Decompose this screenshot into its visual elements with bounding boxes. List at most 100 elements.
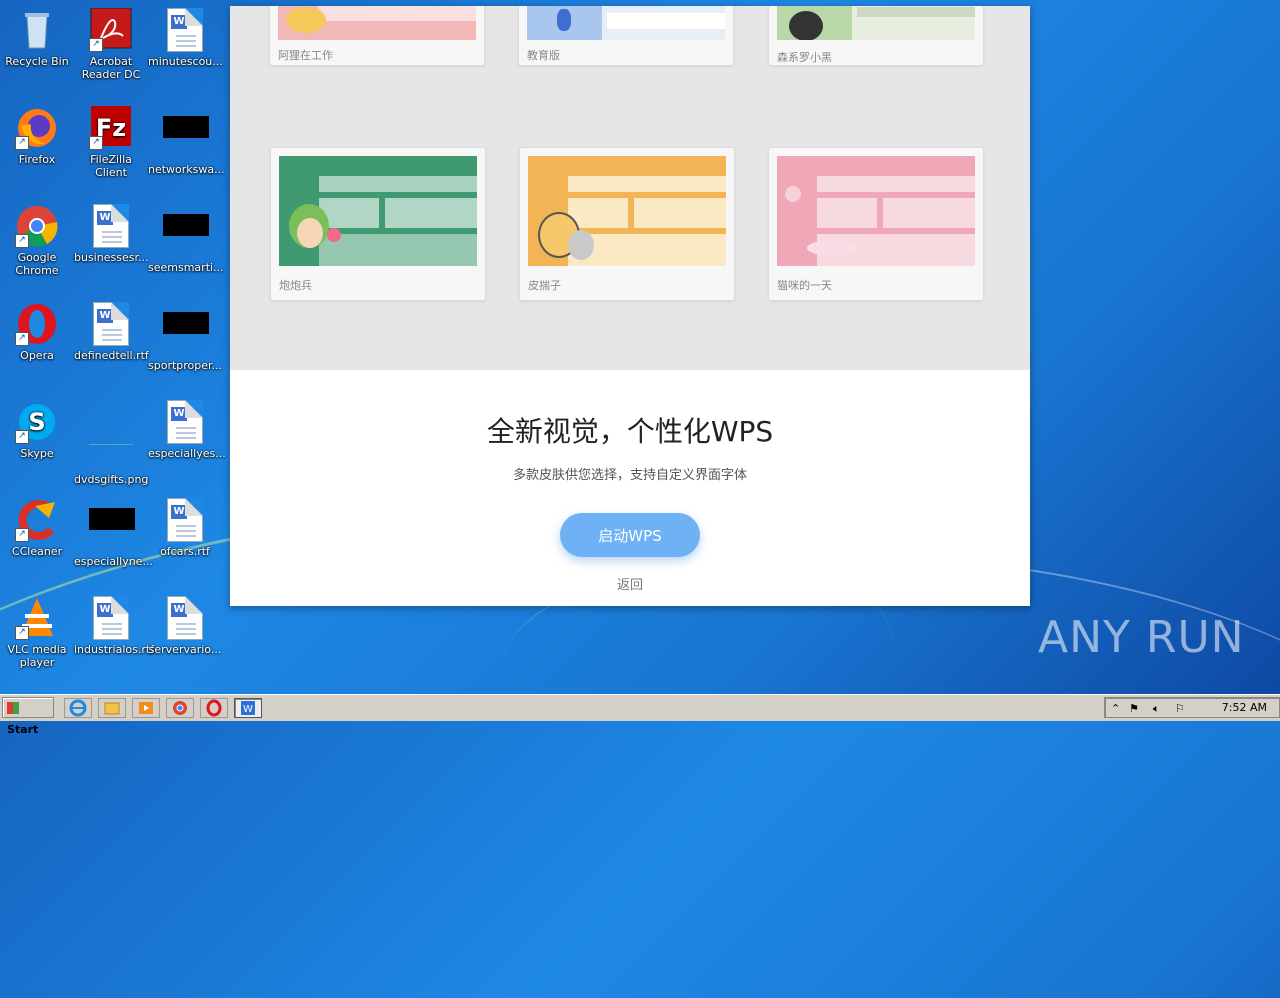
skype-icon: S ↗	[15, 400, 59, 444]
desktop-icon-opera[interactable]: ↗ Opera	[0, 302, 74, 362]
taskbar-ie-button[interactable]	[64, 698, 92, 718]
skin-thumbnail	[279, 156, 477, 266]
desktop-icon-firefox[interactable]: ↗ Firefox	[0, 106, 74, 166]
taskbar-opera-button[interactable]	[200, 698, 228, 718]
start-label: Start	[7, 723, 39, 736]
desktop-icon-label: Firefox	[18, 153, 56, 166]
taskbar-explorer-button[interactable]	[98, 698, 126, 718]
desktop-icon-especiallyne[interactable]: especiallyne...	[74, 498, 153, 568]
skin-name: 阿狸在工作	[278, 49, 333, 62]
redacted-file-icon	[163, 116, 209, 160]
desktop-icon-vlc[interactable]: ↗ VLC media player	[0, 596, 74, 669]
opera-icon: ↗	[15, 302, 59, 346]
desktop-icon-label: Google Chrome	[15, 251, 59, 277]
chrome-icon: ↗	[15, 204, 59, 248]
desktop-icon-businessesr[interactable]: W businessesr...	[74, 204, 148, 264]
skin-card[interactable]: 教育版	[518, 6, 734, 66]
desktop-icon-minutescou[interactable]: W minutescou...	[148, 8, 223, 68]
skin-card[interactable]: 阿狸在工作	[269, 6, 485, 66]
welcome-title: 全新视觉，个性化WPS	[486, 415, 774, 448]
redacted-file-icon	[163, 312, 209, 356]
desktop-icon-filezilla[interactable]: Fz ↗ FileZilla Client	[74, 106, 148, 179]
desktop-icon-ccleaner[interactable]: ↗ CCleaner	[0, 498, 74, 558]
clock[interactable]: 7:52 AM	[1222, 701, 1267, 714]
desktop-icon-label: Acrobat Reader DC	[81, 55, 141, 81]
wps-icon: W	[241, 701, 255, 715]
desktop-icon-label: Recycle Bin	[5, 55, 69, 68]
chrome-icon	[173, 701, 187, 715]
desktop-icon-seemsmarti[interactable]: seemsmarti...	[148, 204, 224, 274]
skin-gallery: 阿狸在工作 教育版 森系罗小黑 炮炮兵 皮揣子 猫咪的一天	[230, 6, 1030, 370]
skin-name: 猫咪的一天	[777, 279, 832, 292]
show-hidden-icons-icon[interactable]: ⌃	[1111, 702, 1120, 715]
start-button[interactable]: Start	[2, 697, 54, 736]
action-center-icon[interactable]: ⚑	[1129, 702, 1139, 715]
flag-icon[interactable]: ⚐	[1175, 702, 1185, 715]
skin-thumbnail	[777, 156, 975, 266]
desktop-icon-especiallyes[interactable]: W especiallyes...	[148, 400, 226, 460]
desktop-icon-label: definedtell.rtf	[74, 349, 149, 362]
desktop-icon-ofcars[interactable]: W ofcars.rtf	[148, 498, 222, 558]
svg-text:S: S	[28, 408, 45, 436]
desktop-icon-label: VLC media player	[7, 643, 67, 669]
desktop-icon-label: industrialos.rtf	[74, 643, 155, 656]
svg-text:W: W	[243, 704, 253, 715]
skin-card[interactable]: 炮炮兵	[270, 147, 486, 301]
desktop-icon-label: networkswa...	[148, 163, 225, 176]
taskbar-chrome-button[interactable]	[166, 698, 194, 718]
skin-name: 森系罗小黑	[777, 51, 832, 64]
windows-flag-icon	[7, 702, 19, 714]
filezilla-icon: Fz ↗	[89, 106, 133, 150]
skin-name: 皮揣子	[528, 279, 561, 292]
desktop-icon-label: FileZilla Client	[90, 153, 132, 179]
taskbar: Start W ⌃ ⚑ 🔈︎ ⚐ 7:52 AM	[0, 694, 1280, 736]
skin-name: 炮炮兵	[279, 279, 312, 292]
back-link[interactable]: 返回	[230, 574, 1030, 593]
desktop-icon-label: especiallyes...	[148, 447, 226, 460]
desktop-icon-label: ofcars.rtf	[160, 545, 210, 558]
desktop-icon-label: businessesr...	[74, 251, 149, 264]
desktop-icon-acrobat[interactable]: ↗ Acrobat Reader DC	[74, 7, 148, 81]
anyrun-watermark: ANY RUN	[1038, 612, 1245, 663]
taskbar-wps-button[interactable]: W	[234, 698, 262, 718]
opera-icon	[206, 699, 222, 717]
desktop-icon-label: dvdsgifts.png	[74, 473, 149, 486]
skin-thumbnail	[528, 156, 726, 266]
desktop-icon-servervario[interactable]: W servervario...	[148, 596, 222, 656]
desktop-icon-chrome[interactable]: ↗ Google Chrome	[0, 204, 74, 277]
firefox-icon: ↗	[15, 106, 59, 150]
skin-thumbnail	[527, 6, 725, 40]
skin-thumbnail	[777, 6, 975, 40]
acrobat-icon: ↗	[89, 7, 133, 52]
skin-name: 教育版	[527, 49, 560, 62]
desktop-icon-label: servervario...	[148, 643, 222, 656]
desktop-icon-label: seemsmarti...	[148, 261, 224, 274]
skin-card[interactable]: 猫咪的一天	[768, 147, 984, 301]
word-document-icon: W	[163, 596, 207, 640]
desktop-icon-skype[interactable]: S ↗ Skype	[0, 400, 74, 460]
taskbar-media-player-button[interactable]	[132, 698, 160, 718]
ccleaner-icon: ↗	[15, 498, 59, 542]
desktop-icon-recycle-bin[interactable]: Recycle Bin	[0, 8, 74, 68]
skin-card[interactable]: 森系罗小黑	[768, 6, 984, 66]
desktop-icon-label: Skype	[20, 447, 54, 460]
redacted-file-icon	[163, 214, 209, 258]
image-file-icon	[89, 426, 133, 470]
skin-card[interactable]: 皮揣子	[519, 147, 735, 301]
wps-welcome-window: 阿狸在工作 教育版 森系罗小黑 炮炮兵 皮揣子 猫咪的一天 全新视觉，个性化WP…	[230, 6, 1030, 606]
word-document-icon: W	[163, 400, 207, 444]
redacted-file-icon	[89, 508, 135, 552]
desktop-icon-sportproper[interactable]: sportproper...	[148, 302, 222, 372]
desktop-icon-label: minutescou...	[148, 55, 223, 68]
desktop-icon-dvdsgifts[interactable]: dvdsgifts.png	[74, 400, 148, 486]
word-document-icon: W	[89, 596, 133, 640]
desktop-icon-definedtell[interactable]: W definedtell.rtf	[74, 302, 149, 362]
launch-wps-button[interactable]: 启动WPS	[560, 513, 700, 557]
desktop-icon-label: CCleaner	[11, 545, 63, 558]
volume-icon[interactable]: 🔈︎	[1153, 702, 1160, 716]
word-document-icon: W	[163, 498, 207, 542]
desktop-icon-networkswa[interactable]: networkswa...	[148, 106, 225, 176]
desktop-icon-industrialos[interactable]: W industrialos.rtf	[74, 596, 155, 656]
word-document-icon: W	[163, 8, 207, 52]
skin-thumbnail	[278, 6, 476, 40]
